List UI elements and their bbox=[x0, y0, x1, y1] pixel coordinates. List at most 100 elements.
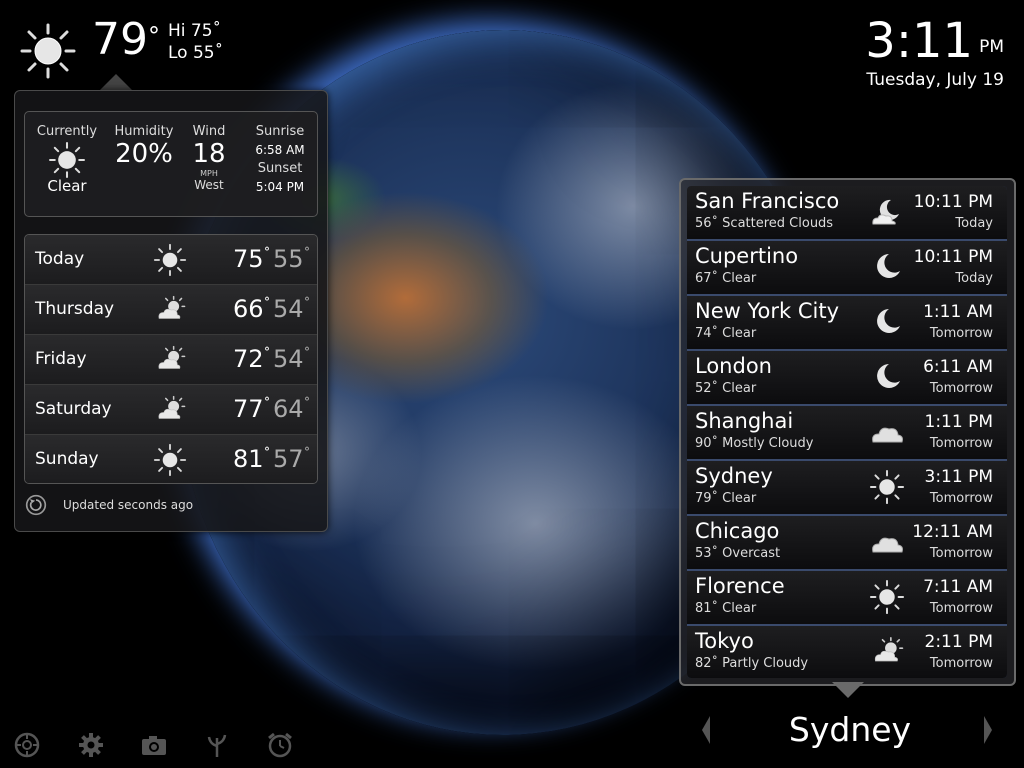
current-conditions: Currently Clear Humidity 20% Wind 18 MPH… bbox=[24, 111, 318, 217]
clock-date: Tuesday, July 19 bbox=[866, 70, 1004, 90]
sun-icon bbox=[869, 469, 905, 505]
gear-icon[interactable] bbox=[76, 730, 106, 760]
sunrise-value: 6:58 AM bbox=[255, 143, 305, 157]
partly-cloudy-icon bbox=[874, 637, 904, 662]
city-name: Sydney bbox=[695, 464, 773, 488]
forecast-list: Today 75˚ 55˚ Thursday 66˚ 54˚ Friday 72… bbox=[24, 234, 318, 484]
forecast-row[interactable]: Thursday 66˚ 54˚ bbox=[25, 285, 317, 335]
city-row[interactable]: New York City 74˚ Clear 1:11 AM Tomorrow bbox=[687, 296, 1007, 351]
humidity-value: 20% bbox=[115, 139, 173, 169]
forecast-low: 54˚ bbox=[273, 295, 311, 323]
city-row[interactable]: Sydney 79˚ Clear 3:11 PM Tomorrow bbox=[687, 461, 1007, 516]
humidity-cell: Humidity 20% bbox=[109, 124, 179, 169]
forecast-row[interactable]: Sunday 81˚ 57˚ bbox=[25, 435, 317, 483]
camera-icon[interactable] bbox=[139, 730, 169, 760]
degree-symbol: ˚ bbox=[263, 347, 271, 363]
forecast-day: Friday bbox=[35, 349, 87, 369]
alarm-clock-icon[interactable] bbox=[265, 730, 295, 760]
wind-label: Wind bbox=[192, 124, 226, 139]
city-name: London bbox=[695, 354, 772, 378]
currently-cell: Currently Clear bbox=[29, 124, 105, 195]
city-time: 2:11 PM bbox=[924, 632, 994, 652]
next-city-arrow-icon[interactable] bbox=[984, 716, 992, 744]
degree-symbol: ˚ bbox=[303, 297, 311, 313]
currently-value: Clear bbox=[47, 177, 87, 195]
forecast-low: 55˚ bbox=[273, 245, 311, 273]
forecast-high-value: 81 bbox=[233, 445, 264, 473]
city-time: 1:11 AM bbox=[923, 302, 993, 322]
cloud-icon bbox=[872, 537, 903, 553]
forecast-high: 75˚ bbox=[233, 245, 271, 273]
hi-temp: Hi 75˚ bbox=[168, 21, 222, 41]
forecast-high-value: 72 bbox=[233, 345, 264, 373]
degree-symbol: ˚ bbox=[303, 247, 311, 263]
city-day: Tomorrow bbox=[929, 326, 993, 341]
city-conditions: 67˚ Clear bbox=[695, 271, 757, 286]
refresh-icon[interactable] bbox=[25, 494, 47, 516]
forecast-low-value: 55 bbox=[273, 245, 304, 273]
city-row[interactable]: Tokyo 82˚ Partly Cloudy 2:11 PM Tomorrow bbox=[687, 626, 1007, 678]
selected-city[interactable]: Sydney bbox=[700, 710, 1000, 749]
sunset-value: 5:04 PM bbox=[255, 180, 305, 194]
plant-icon[interactable] bbox=[202, 730, 232, 760]
city-name: Chicago bbox=[695, 519, 780, 543]
clock-time: 3:11 bbox=[865, 13, 974, 69]
forecast-low: 54˚ bbox=[273, 345, 311, 373]
city-conditions: 52˚ Clear bbox=[695, 381, 757, 396]
city-time: 7:11 AM bbox=[923, 577, 993, 597]
city-name: Shanghai bbox=[695, 409, 794, 433]
city-row[interactable]: Shanghai 90˚ Mostly Cloudy 1:11 PM Tomor… bbox=[687, 406, 1007, 461]
current-temp-value: 79 bbox=[92, 14, 148, 65]
lo-temp: Lo 55˚ bbox=[168, 43, 224, 63]
forecast-high: 77˚ bbox=[233, 395, 271, 423]
city-day: Tomorrow bbox=[929, 601, 993, 616]
city-name: Florence bbox=[695, 574, 785, 598]
city-name: Tokyo bbox=[695, 629, 754, 653]
forecast-row[interactable]: Today 75˚ 55˚ bbox=[25, 235, 317, 285]
sun-times-cell: Sunrise 6:58 AM Sunset 5:04 PM bbox=[245, 124, 315, 194]
wind-value: 18 bbox=[192, 139, 226, 169]
clock-ampm: PM bbox=[979, 37, 1004, 57]
city-day: Tomorrow bbox=[929, 436, 993, 451]
city-name: Cupertino bbox=[695, 244, 799, 268]
wind-cell: Wind 18 MPH West bbox=[183, 124, 235, 192]
city-day: Tomorrow bbox=[929, 381, 993, 396]
forecast-row[interactable]: Friday 72˚ 54˚ bbox=[25, 335, 317, 385]
city-row[interactable]: Chicago 53˚ Overcast 12:11 AM Tomorrow bbox=[687, 516, 1007, 571]
city-row[interactable]: Florence 81˚ Clear 7:11 AM Tomorrow bbox=[687, 571, 1007, 626]
partly-cloudy-icon bbox=[158, 395, 186, 419]
partly-cloudy-icon bbox=[158, 345, 186, 369]
city-time: 6:11 AM bbox=[923, 357, 993, 377]
forecast-day: Saturday bbox=[35, 399, 112, 419]
city-row[interactable]: San Francisco 56˚ Scattered Clouds 10:11… bbox=[687, 186, 1007, 241]
city-time: 3:11 PM bbox=[924, 467, 994, 487]
forecast-high: 72˚ bbox=[233, 345, 271, 373]
weather-details-panel: Currently Clear Humidity 20% Wind 18 MPH… bbox=[14, 90, 328, 532]
current-temperature: 79° bbox=[92, 14, 160, 66]
globe-icon[interactable] bbox=[12, 730, 42, 760]
sun-icon bbox=[153, 443, 187, 477]
forecast-day: Sunday bbox=[35, 449, 99, 469]
city-list-panel: San Francisco 56˚ Scattered Clouds 10:11… bbox=[679, 178, 1016, 686]
forecast-low: 57˚ bbox=[273, 445, 311, 473]
wind-direction: West bbox=[194, 178, 224, 192]
sun-icon bbox=[49, 142, 85, 178]
city-name: San Francisco bbox=[695, 189, 840, 213]
forecast-low-value: 54 bbox=[273, 345, 304, 373]
updated-status: Updated seconds ago bbox=[63, 498, 194, 512]
moon-icon bbox=[877, 364, 900, 388]
city-list: San Francisco 56˚ Scattered Clouds 10:11… bbox=[687, 186, 1007, 678]
degree-symbol: ˚ bbox=[263, 447, 271, 463]
city-conditions: 79˚ Clear bbox=[695, 491, 757, 506]
city-day: Today bbox=[955, 216, 993, 231]
city-time: 12:11 AM bbox=[912, 522, 993, 542]
city-conditions: 81˚ Clear bbox=[695, 601, 757, 616]
city-row[interactable]: Cupertino 67˚ Clear 10:11 PM Today bbox=[687, 241, 1007, 296]
humidity-label: Humidity bbox=[114, 124, 174, 139]
city-conditions: 56˚ Scattered Clouds bbox=[695, 216, 834, 231]
panel-pointer bbox=[100, 74, 132, 90]
sun-icon bbox=[153, 243, 187, 277]
forecast-row[interactable]: Saturday 77˚ 64˚ bbox=[25, 385, 317, 435]
city-row[interactable]: London 52˚ Clear 6:11 AM Tomorrow bbox=[687, 351, 1007, 406]
forecast-high: 66˚ bbox=[233, 295, 271, 323]
